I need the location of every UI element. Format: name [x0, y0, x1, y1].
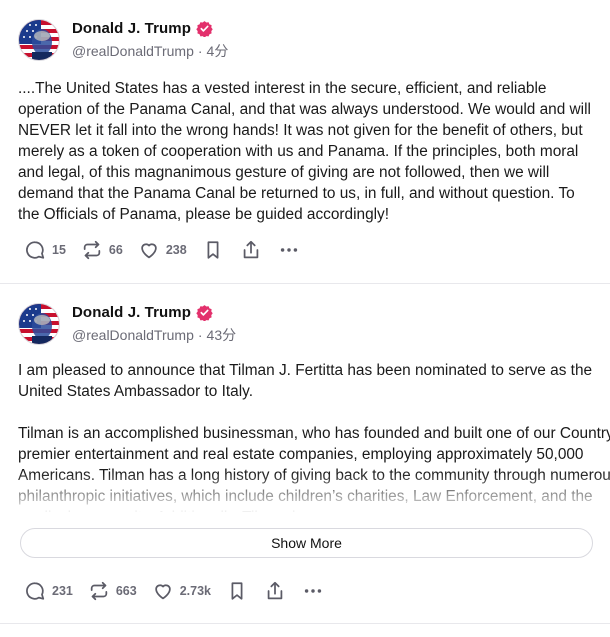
meta-separator: ·: [197, 42, 203, 59]
name-row: Donald J. Trump: [72, 304, 236, 321]
reply-count: 15: [52, 243, 66, 257]
verified-badge-icon: [196, 20, 213, 37]
author-display-name[interactable]: Donald J. Trump: [72, 304, 191, 321]
timeline-feed: Donald J. Trump @realDonaldTrump · 4分 ..…: [0, 0, 610, 637]
repost-icon: [88, 580, 110, 602]
post-actions: 231 663 2.73k: [24, 580, 340, 602]
more-dots-icon: [278, 239, 300, 261]
avatar-image: [19, 20, 59, 60]
post-header: Donald J. Trump @realDonaldTrump · 43分: [18, 300, 236, 348]
share-button[interactable]: [240, 239, 262, 261]
like-button[interactable]: 238: [138, 239, 187, 261]
post-actions: 15 66 238: [24, 239, 316, 261]
author-info: Donald J. Trump @realDonaldTrump · 4分: [72, 20, 228, 61]
repost-icon: [81, 239, 103, 261]
post-paragraph: Tilman is an accomplished businessman, w…: [18, 425, 610, 512]
comment-icon: [24, 580, 46, 602]
post-meta: @realDonaldTrump · 43分: [72, 325, 236, 345]
more-options-button[interactable]: [302, 580, 324, 602]
more-options-button[interactable]: [278, 239, 300, 261]
bookmark-icon: [226, 580, 248, 602]
post-paragraph: ....The United States has a vested inter…: [18, 80, 591, 223]
retruth-button[interactable]: 663: [88, 580, 137, 602]
meta-separator: ·: [197, 326, 203, 343]
like-count: 238: [165, 243, 187, 257]
avatar-image: [19, 304, 59, 344]
post-header: Donald J. Trump @realDonaldTrump · 4分: [18, 16, 228, 64]
post-content: I am pleased to announce that Tilman J. …: [18, 360, 610, 512]
share-button[interactable]: [264, 580, 286, 602]
retruth-count: 663: [115, 584, 137, 598]
show-more-button[interactable]: Show More: [20, 528, 593, 558]
more-dots-icon: [302, 580, 324, 602]
share-icon: [240, 239, 262, 261]
post[interactable]: Donald J. Trump @realDonaldTrump · 43分 I: [0, 284, 610, 624]
heart-icon: [138, 239, 160, 261]
bookmark-button[interactable]: [226, 580, 248, 602]
avatar[interactable]: [18, 19, 60, 61]
retruth-count: 66: [108, 243, 123, 257]
share-icon: [264, 580, 286, 602]
post-timestamp[interactable]: 4分: [207, 41, 229, 61]
author-handle[interactable]: @realDonaldTrump: [72, 327, 194, 343]
post-meta: @realDonaldTrump · 4分: [72, 41, 228, 61]
comment-icon: [24, 239, 46, 261]
retruth-button[interactable]: 66: [81, 239, 123, 261]
reply-count: 231: [52, 584, 73, 598]
heart-icon: [152, 580, 174, 602]
post-timestamp[interactable]: 43分: [207, 325, 237, 345]
reply-button[interactable]: 231: [24, 580, 73, 602]
like-count: 2.73k: [179, 584, 211, 598]
verified-badge-icon: [196, 304, 213, 321]
post[interactable]: Donald J. Trump @realDonaldTrump · 4分 ..…: [0, 0, 610, 284]
bookmark-button[interactable]: [202, 239, 224, 261]
name-row: Donald J. Trump: [72, 20, 228, 37]
author-handle[interactable]: @realDonaldTrump: [72, 43, 194, 59]
avatar[interactable]: [18, 303, 60, 345]
reply-button[interactable]: 15: [24, 239, 66, 261]
post-paragraph: I am pleased to announce that Tilman J. …: [18, 362, 593, 400]
like-button[interactable]: 2.73k: [152, 580, 211, 602]
post-content: ....The United States has a vested inter…: [18, 78, 592, 225]
author-display-name[interactable]: Donald J. Trump: [72, 20, 191, 37]
author-info: Donald J. Trump @realDonaldTrump · 43分: [72, 304, 236, 345]
bookmark-icon: [202, 239, 224, 261]
